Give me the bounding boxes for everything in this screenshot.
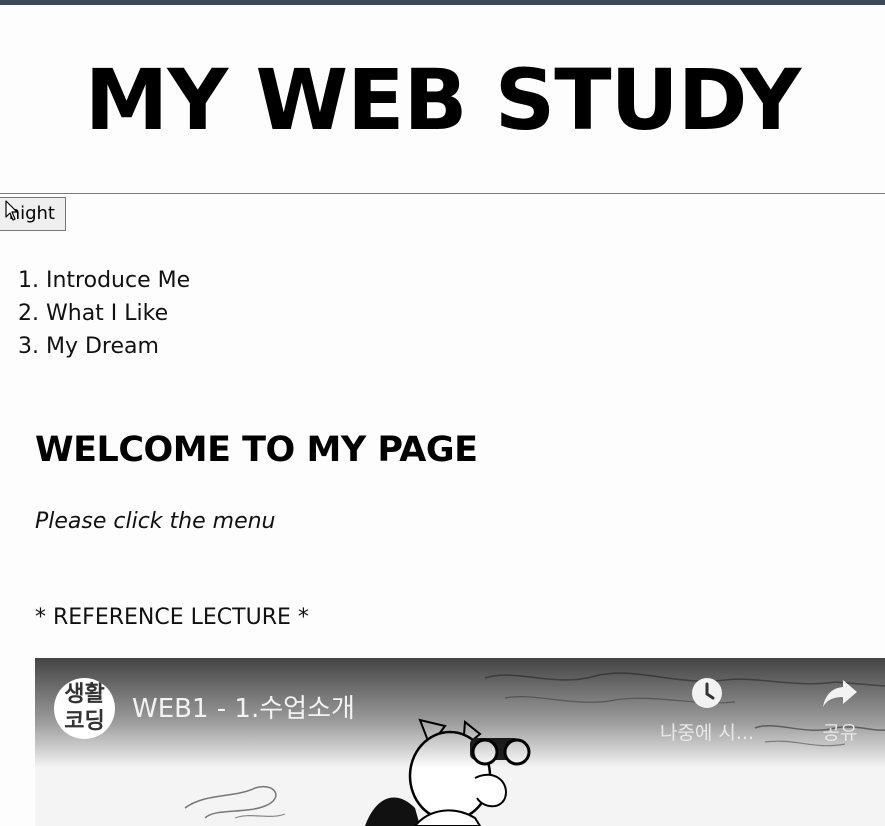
menu-item[interactable]: 2. What I Like <box>18 297 190 330</box>
menu-link-my-dream[interactable]: My Dream <box>46 330 159 363</box>
top-border-bar <box>0 0 885 5</box>
channel-avatar[interactable]: 생활 코딩 <box>54 678 115 739</box>
channel-avatar-text-line-2: 코딩 <box>64 709 105 734</box>
instruction-text: Please click the menu <box>35 509 276 534</box>
watch-later-button[interactable]: 나중에 시... <box>645 676 769 745</box>
share-arrow-icon <box>823 680 857 707</box>
video-title[interactable]: WEB1 - 1.수업소개 <box>132 692 355 726</box>
menu-link-introduce-me[interactable]: Introduce Me <box>46 264 190 297</box>
share-label: 공유 <box>822 722 858 744</box>
site-title[interactable]: MY WEB STUDY <box>0 50 885 150</box>
menu-item-number: 2. <box>18 301 39 326</box>
nav-menu: 1. Introduce Me 2. What I Like 3. My Dream <box>18 264 190 363</box>
youtube-embed[interactable]: 생활 코딩 WEB1 - 1.수업소개 나중에 시... 공유 <box>35 658 885 826</box>
clock-icon <box>692 678 722 708</box>
reference-label: * REFERENCE LECTURE * <box>35 605 309 630</box>
menu-link-what-i-like[interactable]: What I Like <box>46 297 168 330</box>
menu-item[interactable]: 3. My Dream <box>18 330 190 363</box>
mouse-cursor-icon <box>5 200 18 221</box>
share-button[interactable]: 공유 <box>805 676 875 745</box>
welcome-heading: WELCOME TO MY PAGE <box>35 430 478 470</box>
menu-item[interactable]: 1. Introduce Me <box>18 264 190 297</box>
header-divider <box>0 193 885 194</box>
menu-item-number: 3. <box>18 334 39 359</box>
menu-item-number: 1. <box>18 268 39 293</box>
channel-avatar-text-line-1: 생활 <box>64 682 105 707</box>
watch-later-label: 나중에 시... <box>659 722 755 744</box>
